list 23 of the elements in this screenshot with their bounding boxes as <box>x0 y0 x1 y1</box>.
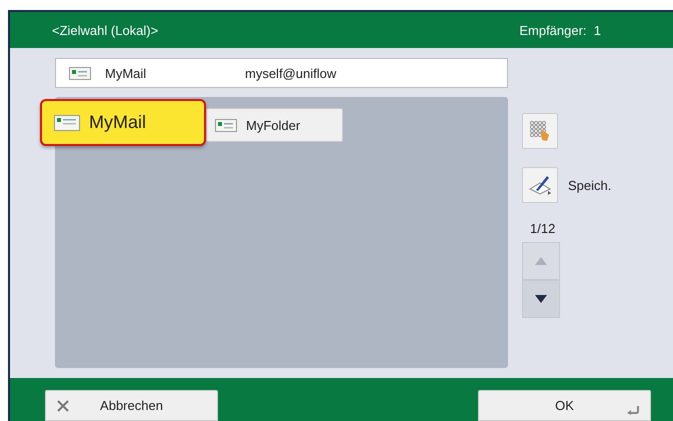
recipient-count: Empfänger: 1 <box>519 22 601 38</box>
recipient-address: myself@uniflow <box>245 66 336 80</box>
destination-button[interactable]: MyFolder <box>206 108 344 142</box>
address-card-icon <box>69 66 91 80</box>
ok-button[interactable]: OK <box>478 390 651 421</box>
screen-title: <Zielwahl (Lokal)> <box>52 22 158 38</box>
pen-icon <box>528 174 552 196</box>
scroll-down-button[interactable] <box>522 280 560 318</box>
destination-button[interactable]: MyMail <box>40 99 206 146</box>
address-card-icon <box>215 118 237 132</box>
up-arrow-icon <box>534 256 548 266</box>
enter-icon <box>626 405 640 415</box>
store-label: Speich. <box>568 178 612 192</box>
keypad-icon <box>529 120 551 142</box>
down-arrow-icon <box>534 294 548 304</box>
page-indicator: 1/12 <box>530 221 556 236</box>
address-card-icon <box>54 114 80 130</box>
close-icon <box>57 400 69 412</box>
cancel-button[interactable]: Abbrechen <box>45 390 218 421</box>
recipient-name: MyMail <box>105 66 148 80</box>
store-button[interactable] <box>522 167 558 203</box>
keypad-button[interactable] <box>522 113 558 149</box>
recipient-row[interactable]: MyMail myself@uniflow <box>55 58 508 88</box>
